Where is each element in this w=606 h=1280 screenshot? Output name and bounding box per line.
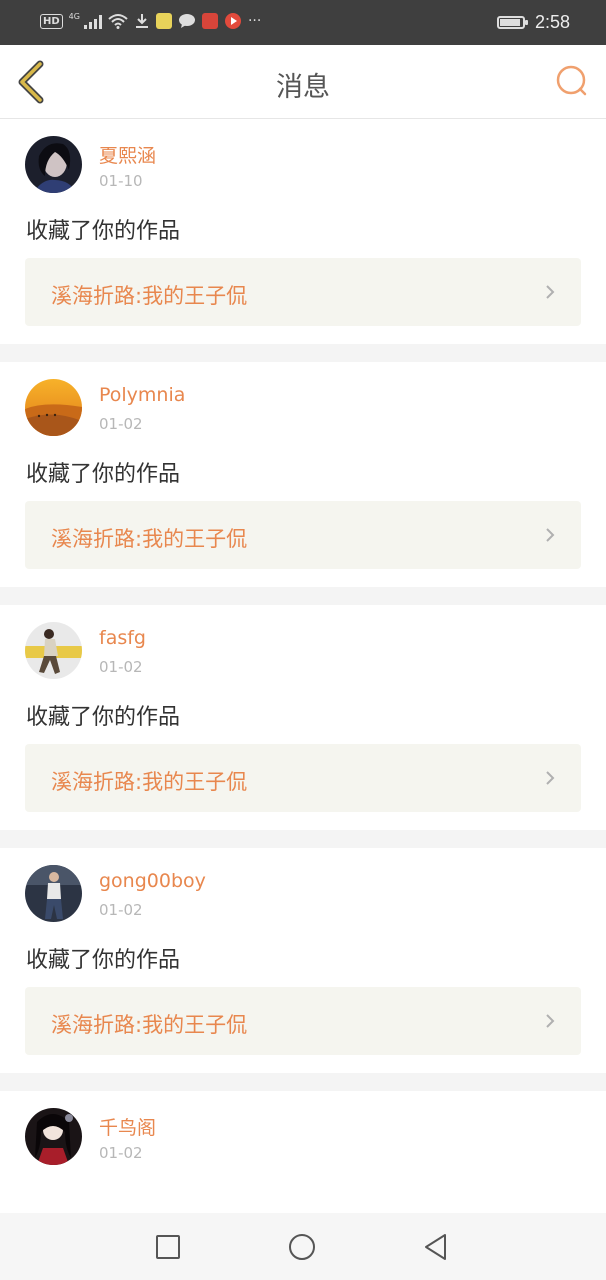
message-date: 01-02 xyxy=(99,1144,143,1162)
recent-apps-icon[interactable] xyxy=(153,1232,183,1262)
chevron-right-icon xyxy=(546,285,555,299)
work-title: 溪海折路:我的王子侃 xyxy=(51,527,248,551)
message-card: 千鸟阁 01-02 xyxy=(0,1091,606,1213)
wifi-icon xyxy=(108,14,128,29)
user-avatar[interactable] xyxy=(25,136,82,193)
page-title: 消息 xyxy=(276,72,330,103)
message-card: fasfg 01-02 收藏了你的作品 溪海折路:我的王子侃 xyxy=(0,605,606,830)
chevron-right-icon xyxy=(546,771,555,785)
work-title: 溪海折路:我的王子侃 xyxy=(51,1013,248,1037)
music-app-icon xyxy=(224,13,241,29)
battery-icon xyxy=(496,16,528,29)
user-name[interactable]: 夏熙涵 xyxy=(99,141,156,168)
work-link[interactable]: 溪海折路:我的王子侃 xyxy=(25,258,581,326)
work-title: 溪海折路:我的王子侃 xyxy=(51,770,248,794)
message-action: 收藏了你的作品 xyxy=(26,705,181,730)
user-avatar[interactable] xyxy=(25,865,82,922)
work-link[interactable]: 溪海折路:我的王子侃 xyxy=(25,744,581,812)
message-card: Polymnia 01-02 收藏了你的作品 溪海折路:我的王子侃 xyxy=(0,362,606,587)
message-action: 收藏了你的作品 xyxy=(26,462,181,487)
network-type-label: 4G xyxy=(68,12,80,21)
message-card: 夏熙涵 01-10 收藏了你的作品 溪海折路:我的王子侃 xyxy=(0,119,606,344)
battery-level xyxy=(499,19,520,26)
system-nav-bar xyxy=(0,1213,606,1280)
download-icon xyxy=(135,14,148,28)
message-list[interactable]: 夏熙涵 01-10 收藏了你的作品 溪海折路:我的王子侃 Polymnia 01… xyxy=(0,119,606,1213)
status-icons-left: HD 4G ··· xyxy=(40,12,261,30)
chevron-right-icon xyxy=(546,1014,555,1028)
more-notifications-icon: ··· xyxy=(247,13,262,29)
user-name[interactable]: 千鸟阁 xyxy=(99,1113,156,1140)
work-link[interactable]: 溪海折路:我的王子侃 xyxy=(25,501,581,569)
message-date: 01-02 xyxy=(99,901,143,919)
header-bar: 消息 xyxy=(0,45,606,119)
chat-icon xyxy=(178,14,195,28)
chevron-right-icon xyxy=(546,528,555,542)
message-card: gong00boy 01-02 收藏了你的作品 溪海折路:我的王子侃 xyxy=(0,848,606,1073)
search-icon[interactable] xyxy=(554,63,590,99)
status-icons-right: 2:58 xyxy=(496,12,570,33)
work-link[interactable]: 溪海折路:我的王子侃 xyxy=(25,987,581,1055)
user-avatar[interactable] xyxy=(25,379,82,436)
user-avatar[interactable] xyxy=(25,1108,82,1165)
user-name[interactable]: fasfg xyxy=(99,627,146,649)
app-notification-icon xyxy=(155,13,172,29)
message-date: 01-02 xyxy=(99,415,143,433)
work-title: 溪海折路:我的王子侃 xyxy=(51,284,248,308)
user-avatar[interactable] xyxy=(25,622,82,679)
user-name[interactable]: gong00boy xyxy=(99,870,206,892)
app-notification-icon xyxy=(201,13,218,29)
home-circle-icon[interactable] xyxy=(287,1232,317,1262)
message-date: 01-02 xyxy=(99,658,143,676)
back-triangle-icon[interactable] xyxy=(421,1232,451,1262)
hd-badge: HD xyxy=(40,13,63,29)
user-name[interactable]: Polymnia xyxy=(99,384,185,406)
message-action: 收藏了你的作品 xyxy=(26,219,181,244)
clock: 2:58 xyxy=(534,12,570,32)
status-bar: HD 4G ··· 2:58 xyxy=(0,0,606,45)
message-date: 01-10 xyxy=(99,172,143,190)
signal-icon xyxy=(83,13,102,29)
message-action: 收藏了你的作品 xyxy=(26,948,181,973)
